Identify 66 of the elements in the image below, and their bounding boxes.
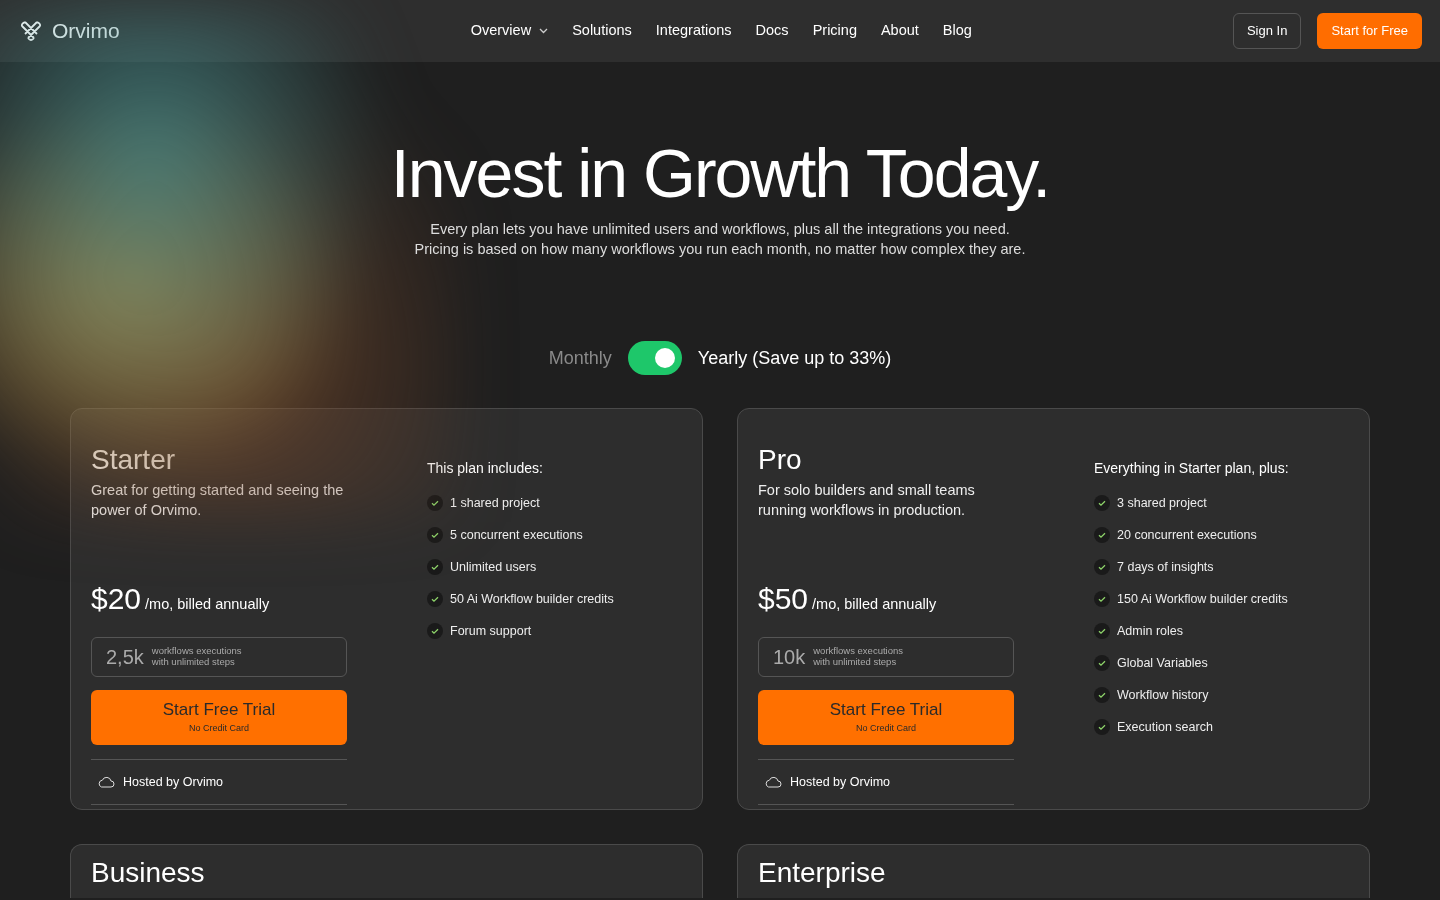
start-trial-button[interactable]: Start Free Trial No Credit Card — [91, 690, 347, 746]
check-icon — [427, 559, 443, 576]
feature-item: 50 Ai Workflow builder credits — [450, 591, 614, 608]
plan-name: Pro — [758, 445, 803, 477]
check-icon — [1094, 495, 1110, 512]
hero-title: Invest in Growth Today. — [389, 134, 1051, 211]
nav-link[interactable]: Blog — [942, 20, 972, 42]
check-icon — [427, 495, 443, 512]
check-icon — [1094, 559, 1110, 576]
nav-link[interactable]: Solutions — [572, 20, 632, 42]
cloud-icon — [97, 776, 115, 789]
feature-item: Unlimited users — [450, 559, 537, 576]
check-icon — [427, 527, 443, 544]
feature-item: 5 concurrent executions — [450, 527, 583, 544]
monthly-label: Monthly — [548, 346, 612, 370]
plan-description: For solo builders and small teams running workflows in production. — [758, 481, 976, 521]
feature-item: 1 shared project — [450, 495, 540, 512]
check-icon — [1094, 655, 1110, 672]
billing-period: /mo, billed annually — [145, 595, 270, 615]
yearly-label: Yearly (Save up to 33%) — [697, 346, 892, 370]
features-title: Everything in Starter plan, plus: — [1094, 459, 1289, 479]
start-trial-button[interactable]: Start Free Trial No Credit Card — [758, 690, 1014, 746]
executions-note: workflows executions — [813, 646, 903, 658]
feature-item: 7 days of insights — [1117, 559, 1214, 576]
sign-in-button[interactable]: Sign In — [1232, 13, 1302, 49]
nav-link[interactable]: Docs — [755, 20, 789, 42]
check-icon — [1094, 623, 1110, 640]
feature-item: 20 concurrent executions — [1117, 527, 1257, 544]
hero-subtitle: Every plan lets you have unlimited users and workflows, plus all the integrations you need. — [429, 219, 1011, 239]
check-icon — [1094, 719, 1110, 736]
feature-item: 3 shared project — [1117, 495, 1207, 512]
brand-name[interactable]: Orvimo — [52, 15, 120, 47]
executions-note: with unlimited steps — [813, 657, 898, 669]
plan-description: Great for getting started and seeing the power of Orvimo. — [91, 481, 345, 521]
price: $50 — [758, 581, 809, 618]
nav-link[interactable]: Pricing — [812, 20, 857, 42]
plan-name: Business — [91, 859, 206, 888]
feature-item: Forum support — [450, 623, 532, 640]
feature-item: Admin roles — [1117, 623, 1183, 640]
check-icon — [1094, 527, 1110, 544]
feature-item: Execution search — [1117, 719, 1213, 736]
nav-link[interactable]: Integrations — [655, 20, 732, 42]
nav-link[interactable]: About — [880, 20, 919, 42]
check-icon — [427, 591, 443, 608]
feature-item: Workflow history — [1117, 687, 1209, 704]
executions-count: 2,5k — [106, 645, 144, 671]
billing-period: /mo, billed annually — [812, 595, 937, 615]
check-icon — [1094, 687, 1110, 704]
logo-icon — [18, 18, 44, 44]
check-icon — [1094, 591, 1110, 608]
nav-link[interactable]: Overview — [470, 20, 549, 42]
price: $20 — [91, 581, 142, 618]
plan-name: Starter — [91, 445, 177, 477]
hosting-label: Hosted by Orvimo — [790, 773, 891, 791]
executions-note: workflows executions — [151, 646, 242, 658]
check-icon — [427, 623, 443, 640]
hosting-label: Hosted by Orvimo — [123, 773, 224, 791]
billing-toggle[interactable] — [627, 341, 682, 376]
executions-note: with unlimited steps — [151, 657, 236, 669]
plan-name: Enterprise — [758, 859, 887, 888]
cloud-icon — [764, 776, 782, 789]
feature-item: 150 Ai Workflow builder credits — [1117, 591, 1288, 608]
features-title: This plan includes: — [427, 459, 544, 479]
hero-subtitle: Pricing is based on how many workflows you run each month, no matter how complex they are. — [413, 240, 1027, 260]
executions-count: 10k — [773, 645, 806, 671]
feature-item: Global Variables — [1117, 655, 1208, 672]
